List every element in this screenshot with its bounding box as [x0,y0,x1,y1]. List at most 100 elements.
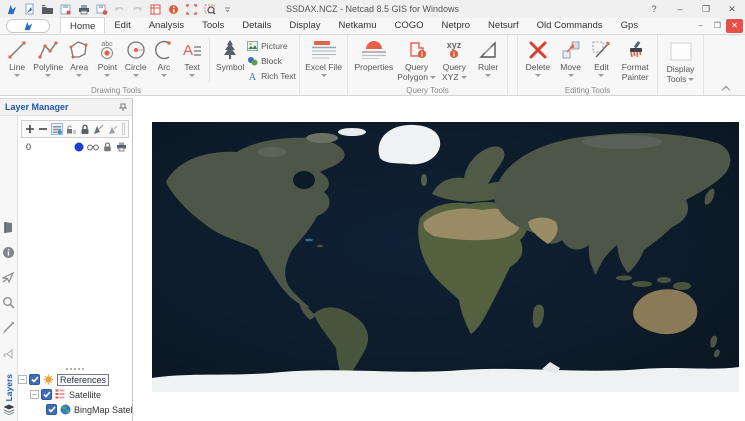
measure-pen-icon[interactable] [2,321,15,334]
line-button[interactable]: Line [3,36,31,77]
tab-old-commands[interactable]: Old Commands [528,17,612,34]
tree-row-references[interactable]: − References [18,372,132,387]
polyline-button[interactable]: Polyline [31,36,65,77]
tab-tools[interactable]: Tools [193,17,233,34]
active-layer-row[interactable]: 0 [18,140,132,154]
close-button[interactable]: ✕ [719,0,745,18]
tab-edit[interactable]: Edit [105,17,139,34]
save-icon[interactable] [59,3,72,16]
pin-icon[interactable] [119,103,127,112]
chevron-down-icon[interactable] [132,74,139,77]
remove-layer-button[interactable] [38,123,48,135]
print-icon[interactable] [77,3,90,16]
tree-row-satellite[interactable]: − Satellite [18,387,132,402]
chevron-down-icon[interactable] [429,76,436,80]
bookmark-icon[interactable] [2,221,15,234]
chevron-down-icon[interactable] [320,74,327,77]
new-file-icon[interactable] [23,3,36,16]
minimize-button[interactable]: – [667,0,693,18]
properties-button[interactable]: Properties [351,36,397,72]
text-button[interactable]: A Text [178,36,206,77]
save-all-icon[interactable] [95,3,108,16]
splitter-handle[interactable] [18,364,132,372]
select-frame-icon[interactable] [185,3,198,16]
chevron-down-icon[interactable] [160,74,167,77]
chevron-down-icon[interactable] [14,74,21,77]
area-button[interactable]: Area [65,36,93,77]
style-swatch[interactable] [122,123,125,135]
tab-analysis[interactable]: Analysis [140,17,193,34]
zoom-select-icon[interactable] [203,3,216,16]
tab-cogo[interactable]: COGO [386,17,433,34]
circle-button[interactable]: Circle [122,36,150,77]
qat-more-icon[interactable] [221,3,234,16]
pick-style-button[interactable] [93,123,104,135]
delete-button[interactable]: Delete [521,36,555,77]
show-table-icon[interactable] [149,3,162,16]
application-menu-button[interactable] [6,19,50,33]
edit-button[interactable]: Edit [587,36,617,77]
chevron-down-icon[interactable] [76,74,83,77]
display-tools-button[interactable]: Display Tools [661,36,700,84]
symbol-button[interactable]: Symbol [213,36,247,72]
tab-display[interactable]: Display [280,17,329,34]
checkbox-checked-icon[interactable] [29,374,40,385]
tab-gps[interactable]: Gps [612,17,647,34]
pick-style-2-button[interactable] [107,123,118,135]
tab-netsurf[interactable]: Netsurf [479,17,528,34]
add-layer-button[interactable] [25,123,35,135]
send-to-icon[interactable] [2,271,15,284]
tab-details[interactable]: Details [233,17,280,34]
restore-button[interactable]: ❐ [693,0,719,18]
excel-file-button[interactable]: Excel File [303,36,344,77]
doc-minimize-button[interactable]: – [692,19,709,33]
tab-netkamu[interactable]: Netkamu [329,17,385,34]
chevron-down-icon[interactable] [567,74,574,77]
lock-icon[interactable] [101,141,113,153]
search-icon[interactable] [2,296,15,309]
collapse-ribbon-button[interactable] [721,85,731,95]
chevron-down-icon[interactable] [598,74,605,77]
picture-button[interactable]: Picture [247,39,296,52]
collapse-expander-icon[interactable]: − [18,375,27,384]
tab-netpro[interactable]: Netpro [433,17,480,34]
tree-row-bingmap[interactable]: BingMap Satellite I [18,402,132,417]
info-icon[interactable] [167,3,180,16]
layer-color-dot[interactable] [73,141,85,153]
tab-home[interactable]: Home [60,17,106,34]
layers-side-tab[interactable]: Layers [3,374,15,415]
visibility-glasses-icon[interactable] [87,141,99,153]
announce-icon[interactable] [2,346,15,359]
checkbox-checked-icon[interactable] [46,404,57,415]
rich-text-button[interactable]: A Rich Text [247,69,296,82]
chevron-down-icon[interactable] [460,76,467,80]
query-polygon-button[interactable]: Query Polygon [397,36,437,82]
redo-icon[interactable] [131,3,144,16]
chevron-down-icon[interactable] [104,74,111,77]
open-file-icon[interactable] [41,3,54,16]
query-xyz-button[interactable]: xyz Query XYZ [436,36,472,82]
chevron-down-icon[interactable] [534,74,541,77]
ruler-button[interactable]: Ruler [472,36,504,77]
checkbox-checked-icon[interactable] [41,389,52,400]
move-button[interactable]: Move [555,36,587,77]
point-button[interactable]: abc Point [93,36,121,77]
undo-icon[interactable] [113,3,126,16]
doc-close-button[interactable]: ✕ [726,18,743,33]
chevron-down-icon[interactable] [189,74,196,77]
chevron-down-icon[interactable] [688,78,695,82]
info-circle-icon[interactable] [2,246,15,259]
help-button[interactable]: ? [641,0,667,18]
map-canvas[interactable] [152,122,739,392]
lock-all-button[interactable] [80,123,90,135]
format-painter-button[interactable]: Format Painter [616,36,654,82]
chevron-down-icon[interactable] [485,74,492,77]
printer-icon[interactable] [115,141,127,153]
layer-list-button[interactable] [51,123,63,135]
doc-restore-button[interactable]: ❐ [709,19,726,33]
block-button[interactable]: Block [247,54,296,67]
arc-button[interactable]: Arc [150,36,178,77]
collapse-expander-icon[interactable]: − [30,390,39,399]
chevron-down-icon[interactable] [45,74,52,77]
unlock-all-button[interactable] [66,123,77,135]
